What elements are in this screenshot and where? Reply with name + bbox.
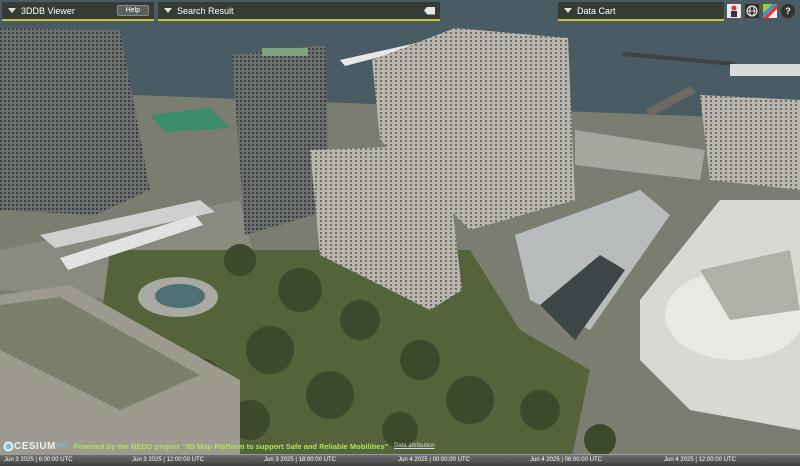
timeline-tick: Jun 3 2025 | 18:00:00 UTC: [264, 457, 336, 463]
data-cart-panel[interactable]: Data Cart: [558, 2, 724, 21]
cesium-logo-icon: [3, 441, 14, 451]
powered-by-text: Powered by the NEDO project "3D Map Plat…: [73, 441, 389, 451]
timeline-tick: Jun 3 2025 | 6:00:00 UTC: [4, 457, 73, 463]
geocoder-button[interactable]: [726, 3, 742, 19]
timeline-tick: Jun 3 2025 | 12:00:00 UTC: [132, 457, 204, 463]
building-far-right: [700, 95, 800, 190]
viewer-panel-title: 3DDB Viewer: [21, 5, 75, 16]
layers-icon: [763, 4, 777, 18]
base-layer-picker[interactable]: [762, 3, 778, 19]
rooftop-green: [262, 48, 308, 56]
globe-icon: [746, 5, 758, 17]
clear-icon[interactable]: [424, 6, 435, 15]
scene-mode-button[interactable]: [744, 3, 760, 19]
data-cart-title: Data Cart: [577, 5, 616, 16]
search-result-panel[interactable]: Search Result: [158, 2, 440, 21]
footer: CESIUM ion Powered by the NEDO project "…: [0, 438, 800, 466]
person-icon: [731, 5, 737, 17]
building-tower-center: [232, 45, 330, 235]
3d-map-viewport[interactable]: [0, 0, 800, 466]
collapse-icon[interactable]: [564, 8, 572, 13]
search-result-title: Search Result: [177, 5, 234, 16]
fountain-pool: [155, 284, 205, 308]
credit-bar: CESIUM ion Powered by the NEDO project "…: [0, 438, 800, 454]
viewer-panel[interactable]: 3DDB Viewer Help: [2, 2, 154, 21]
data-attribution-link[interactable]: Data attribution: [394, 443, 435, 449]
help-button[interactable]: Help: [116, 5, 149, 16]
question-icon: ?: [785, 6, 791, 16]
timeline-tick: Jun 4 2025 | 12:00:00 UTC: [664, 457, 736, 463]
collapse-icon[interactable]: [164, 8, 172, 13]
collapse-icon[interactable]: [8, 8, 16, 13]
navigation-help-button[interactable]: ?: [780, 3, 796, 19]
timeline-tick: Jun 4 2025 | 00:00:00 UTC: [398, 457, 470, 463]
cesium-logo-text: CESIUM: [14, 440, 56, 452]
cesium-logo-suffix: ion: [56, 443, 68, 449]
timeline-tick: Jun 4 2025 | 06:00:00 UTC: [530, 457, 602, 463]
white-pier: [730, 64, 800, 76]
cesium-ion-logo[interactable]: CESIUM ion: [3, 441, 67, 452]
timeline[interactable]: Jun 3 2025 | 6:00:00 UTC Jun 3 2025 | 12…: [0, 454, 800, 466]
